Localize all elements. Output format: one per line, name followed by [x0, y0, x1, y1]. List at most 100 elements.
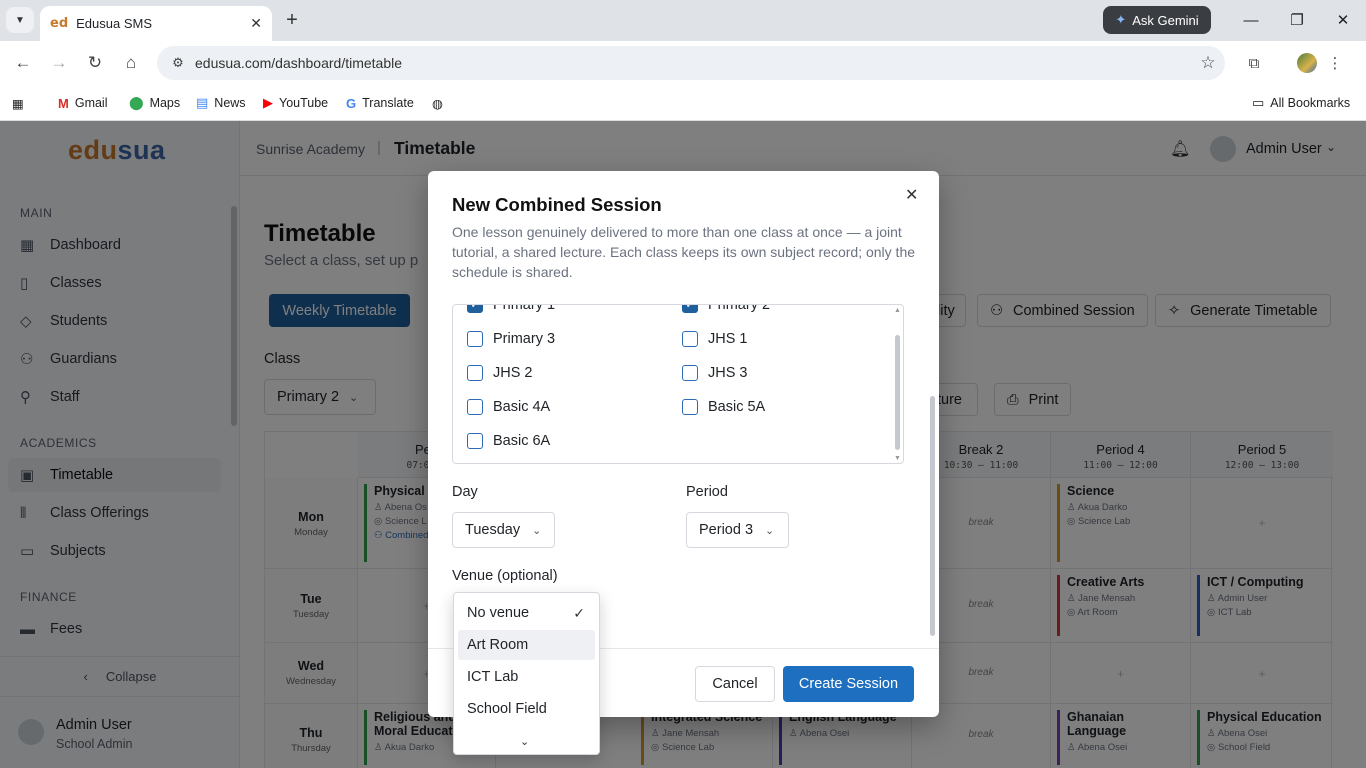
chevron-down-icon: ⌄: [765, 524, 775, 537]
class-list-scrollbar[interactable]: [895, 335, 900, 450]
venue-option-no-venue[interactable]: No venue ✓: [458, 598, 595, 628]
bookmarks-bar: ▦ M Gmail ⬤ Maps ▤ News ▶ YouTube G Translate…: [0, 85, 1366, 121]
ask-gemini-button[interactable]: ✦ Ask Gemini: [1103, 6, 1211, 34]
bookmark-label: Maps: [149, 96, 181, 110]
class-checkbox-primary-3[interactable]: Primary 3: [467, 331, 555, 347]
address-bar[interactable]: ⚙ edusua.com/dashboard/timetable ☆: [157, 46, 1225, 80]
new-tab-plus-icon[interactable]: +: [278, 8, 306, 32]
checkbox-checked-icon[interactable]: ✓: [467, 305, 483, 313]
translate-icon: G: [346, 95, 357, 111]
globe-icon[interactable]: ◍: [432, 93, 443, 113]
checkbox-checked-icon[interactable]: ✓: [682, 305, 698, 313]
bookmark-star-icon[interactable]: ☆: [1191, 53, 1225, 73]
checkbox-icon[interactable]: [682, 399, 698, 415]
checkbox-icon[interactable]: [682, 365, 698, 381]
home-icon[interactable]: ⌂: [119, 52, 143, 74]
period-select[interactable]: Period 3 ⌄: [686, 512, 789, 548]
class-checkbox-primary-2[interactable]: ✓ Primary 2: [682, 304, 771, 313]
apps-grid-icon[interactable]: ▦: [12, 93, 24, 113]
bookmark-label: Translate: [362, 96, 414, 110]
check-icon: ✓: [573, 604, 585, 621]
period-label: Period: [686, 484, 728, 500]
dialog-scrollbar[interactable]: [930, 396, 935, 636]
minimize-icon[interactable]: —: [1236, 8, 1266, 32]
browser-menu-icon[interactable]: ⋮: [1327, 52, 1343, 74]
checkbox-label: JHS 2: [493, 365, 533, 381]
class-checkbox-jhs-3[interactable]: JHS 3: [682, 365, 748, 381]
venue-label: Venue (optional): [452, 568, 558, 584]
scroll-up-arrow-icon[interactable]: ▲: [894, 307, 901, 314]
profile-avatar-icon[interactable]: [1297, 53, 1317, 73]
period-select-value: Period 3: [699, 522, 754, 538]
bookmark-label: Gmail: [74, 96, 108, 110]
news-icon: ▤: [196, 95, 209, 110]
checkbox-label: Primary 3: [493, 331, 556, 347]
day-select[interactable]: Tuesday ⌄: [452, 512, 555, 548]
scroll-down-arrow-icon[interactable]: ▼: [894, 455, 901, 462]
create-session-button[interactable]: Create Session: [783, 666, 914, 702]
favicon: ed: [50, 16, 69, 31]
window-close-icon[interactable]: ✕: [1328, 8, 1358, 32]
youtube-icon: ▶: [263, 95, 273, 110]
venue-option-ict-lab[interactable]: ICT Lab: [458, 662, 595, 692]
all-bookmarks-label: All Bookmarks: [1270, 96, 1351, 110]
checkbox-label: JHS 1: [708, 331, 748, 347]
option-label: ICT Lab: [467, 669, 519, 685]
checkbox-label: Basic 5A: [708, 399, 766, 415]
reload-icon[interactable]: ↻: [83, 52, 107, 74]
class-checkbox-list: ✓ Primary 1 ✓ Primary 2 Primary 3 JHS 1 JH…: [452, 304, 904, 464]
dialog-description: One lesson genuinely delivered to more t…: [452, 224, 916, 280]
checkbox-label: Basic 6A: [493, 433, 551, 449]
cancel-button[interactable]: Cancel: [695, 666, 775, 702]
folder-icon: ▭: [1252, 95, 1265, 110]
gemini-spark-icon: ✦: [1115, 12, 1127, 27]
class-checkbox-basic-5a[interactable]: Basic 5A: [682, 399, 765, 415]
checkbox-label: Primary 2: [708, 304, 771, 313]
all-bookmarks[interactable]: ▭ All Bookmarks: [1252, 93, 1350, 113]
close-icon[interactable]: ✕: [905, 185, 918, 205]
day-select-value: Tuesday: [465, 522, 521, 538]
bookmark-gmail[interactable]: M Gmail: [58, 93, 108, 113]
class-checkbox-primary-1[interactable]: ✓ Primary 1: [467, 304, 556, 313]
gmail-icon: M: [58, 95, 69, 111]
venue-dropdown: No venue ✓ Art Room ICT Lab School Field …: [453, 592, 600, 755]
checkbox-icon[interactable]: [682, 331, 698, 347]
checkbox-icon[interactable]: [467, 331, 483, 347]
tab-search-chevron-icon[interactable]: ▼: [6, 7, 34, 33]
checkbox-label: Primary 1: [493, 304, 556, 313]
checkbox-icon[interactable]: [467, 433, 483, 449]
back-arrow-icon[interactable]: ←: [11, 52, 35, 74]
site-info-icon[interactable]: ⚙: [161, 55, 195, 71]
url-text[interactable]: edusua.com/dashboard/timetable: [195, 55, 1191, 71]
dialog-title: New Combined Session: [452, 194, 662, 215]
maps-icon: ⬤: [129, 95, 144, 110]
tab-close-icon[interactable]: ✕: [250, 15, 262, 32]
class-checkbox-basic-6a[interactable]: Basic 6A: [467, 433, 550, 449]
option-label: No venue: [467, 605, 530, 621]
restore-icon[interactable]: ❐: [1282, 8, 1312, 32]
bookmark-news[interactable]: ▤ News: [196, 93, 246, 113]
browser-tab-bar: ▼ ed Edusua SMS ✕ + ✦ Ask Gemini — ❐ ✕: [0, 0, 1366, 41]
browser-tab[interactable]: ed Edusua SMS ✕: [40, 6, 272, 41]
forward-arrow-icon[interactable]: →: [47, 52, 71, 74]
venue-option-art-room[interactable]: Art Room: [458, 630, 595, 660]
class-checkbox-jhs-2[interactable]: JHS 2: [467, 365, 533, 381]
checkbox-icon[interactable]: [467, 399, 483, 415]
extensions-puzzle-icon[interactable]: ⧉: [1243, 52, 1265, 74]
bookmark-maps[interactable]: ⬤ Maps: [129, 93, 180, 113]
class-checkbox-jhs-1[interactable]: JHS 1: [682, 331, 748, 347]
chevron-down-icon: ⌄: [532, 524, 542, 537]
checkbox-label: Basic 4A: [493, 399, 551, 415]
option-label: Art Room: [467, 637, 529, 653]
bookmark-youtube[interactable]: ▶ YouTube: [263, 93, 328, 113]
gemini-label: Ask Gemini: [1132, 12, 1199, 28]
tab-title: Edusua SMS: [76, 16, 152, 31]
option-label: School Field: [467, 701, 547, 717]
class-checkbox-basic-4a[interactable]: Basic 4A: [467, 399, 550, 415]
bookmark-translate[interactable]: G Translate: [346, 93, 414, 113]
venue-option-school-field[interactable]: School Field: [458, 694, 595, 724]
checkbox-label: JHS 3: [708, 365, 748, 381]
day-label: Day: [452, 484, 478, 500]
checkbox-icon[interactable]: [467, 365, 483, 381]
chevron-down-icon[interactable]: ⌄: [520, 735, 529, 748]
